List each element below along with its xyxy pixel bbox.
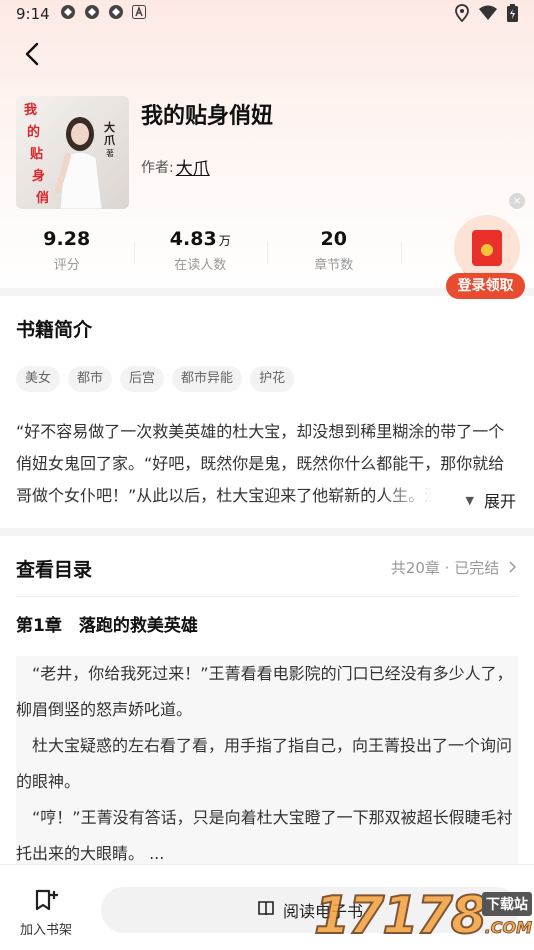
location-icon [455,4,469,26]
login-reward-promo[interactable]: 登录领取 [446,215,526,299]
expand-intro-button[interactable]: ▼ 展开 [380,484,530,516]
red-envelope-icon [454,215,520,281]
svg-text:我: 我 [24,102,37,118]
wifi-icon [479,5,497,25]
svg-text:的: 的 [27,124,40,140]
toc-separator [16,596,518,597]
back-button[interactable] [16,38,48,70]
app-notification-icon [60,4,76,24]
shelf-label: 加入书架 [19,923,72,938]
status-bar: 9:14 [0,0,534,28]
app-notification-icon [108,4,124,24]
caret-down-icon: ▼ [465,493,474,507]
toc-meta-text: 共20章 · 已完结 [390,559,500,577]
chapter-paragraph: 杜大宝疑惑的左右看了看，用手指了指自己，向王菁投出了一个询问的眼神。 [16,736,513,791]
tag-list: 美女 都市 后宫 都市异能 护花 [16,366,295,392]
author-row: 作者: 大爪 [141,154,273,179]
expand-label: 展开 [483,492,516,511]
intro-section-title: 书籍简介 [16,319,93,341]
book-cover[interactable]: 我 的 贴 身 俏 大 爪 著 [16,96,129,209]
svg-text:身: 身 [32,168,45,184]
battery-icon [507,4,518,26]
book-info: 我的贴身俏妞 作者: 大爪 [141,96,273,209]
stat-unit: 万 [218,234,231,248]
chapter-paragraph: “哼！”王菁没有答话，只是向着杜大宝瞪了一下那双被超长假睫毛衬托出来的大眼睛。 … [16,808,513,863]
open-book-icon [257,899,275,921]
stat-label: 章节数 [314,258,354,273]
svg-text:大: 大 [104,120,115,134]
svg-text:贴: 贴 [30,146,43,162]
a-notification-icon [131,5,146,23]
chapter-title[interactable]: 第1章 落跑的救美英雄 [16,611,198,636]
tag[interactable]: 后宫 [120,366,165,392]
svg-text:俏: 俏 [36,190,49,206]
add-bookshelf-icon [33,887,59,913]
promo-label: 登录领取 [446,273,525,299]
watermark-digits: 17178 [313,885,488,947]
svg-text:爪: 爪 [104,134,116,147]
status-time: 9:14 [16,5,50,23]
section-divider [0,528,534,536]
stat-value: 4.83 万 [169,228,231,250]
tag[interactable]: 护花 [250,366,295,392]
stat-value: 9.28 [43,228,91,250]
site-watermark: 17178 下载站 .COM [308,884,534,950]
watermark-badge: 下载站 [482,892,532,916]
stat-value: 20 [320,228,347,250]
promo-close-button[interactable]: × [509,193,525,209]
book-title: 我的贴身俏妞 [141,104,274,129]
watermark-domain: .COM [484,918,532,938]
chapter-paragraph: “老井，你给我死过来！”王菁看看电影院的门口已经没有多少人了，柳眉倒竖的怒声娇叱… [16,664,513,719]
svg-text:著: 著 [106,148,114,158]
chevron-right-icon [509,561,517,573]
tag[interactable]: 都市异能 [172,366,243,392]
stat-chapters: 20 章节数 [267,228,401,284]
stat-readers: 4.83 万 在读人数 [133,228,268,284]
book-header: 我 的 贴 身 俏 大 爪 著 我的贴身俏妞 作者: 大爪 [16,96,273,209]
add-to-shelf-button[interactable]: 加入书架 [10,887,82,938]
stat-label: 在读人数 [174,258,227,273]
author-link[interactable]: 大爪 [176,154,210,179]
toc-section-title: 查看目录 [16,559,93,581]
chapter-preview[interactable]: “老井，你给我死过来！”王菁看看电影院的门口已经没有多少人了，柳眉倒竖的怒声娇叱… [16,656,518,872]
stat-rating: 9.28 评分 [0,228,134,284]
stat-label: 评分 [53,258,80,273]
chevron-left-icon [25,42,39,66]
author-label: 作者: [141,159,174,176]
tag[interactable]: 都市 [68,366,113,392]
app-notification-icon [84,4,100,24]
tag[interactable]: 美女 [16,366,61,392]
toc-link[interactable]: 共20章 · 已完结 [390,557,517,578]
